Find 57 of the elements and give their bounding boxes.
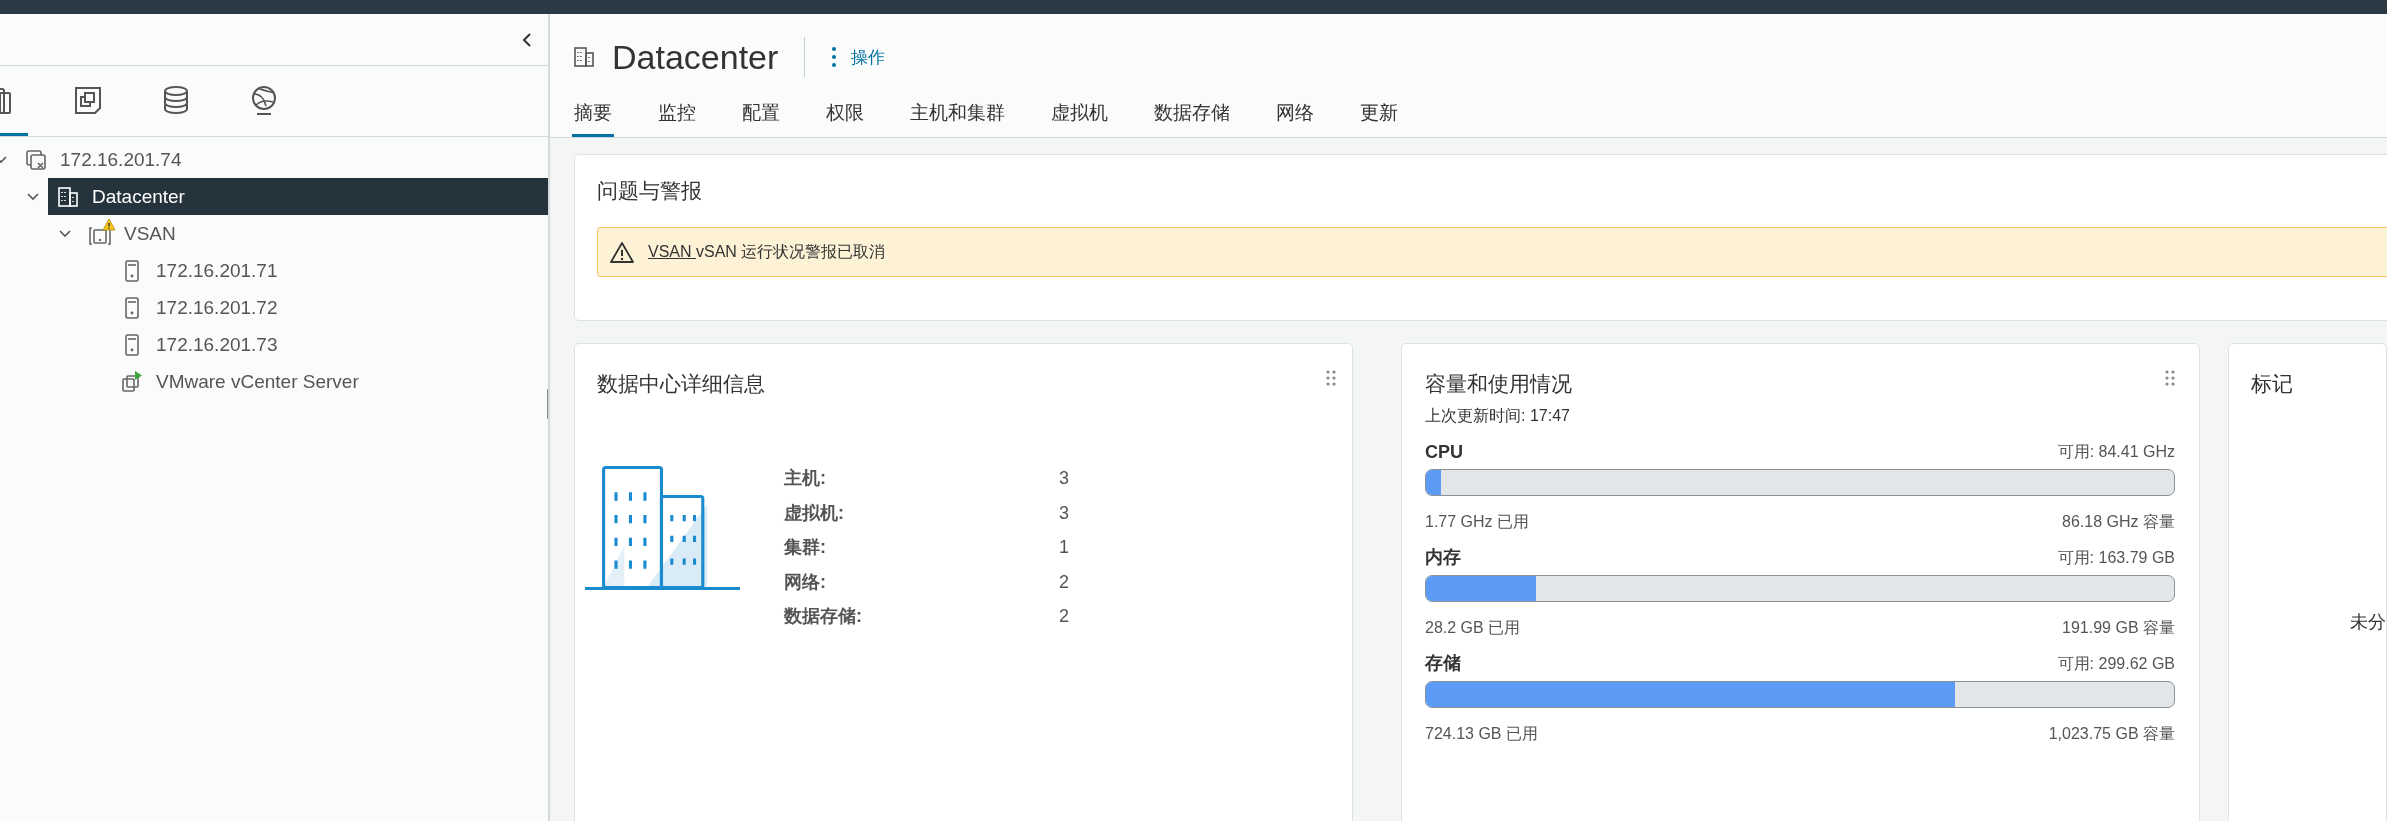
detail-value: 1 xyxy=(1059,536,1069,559)
meter-label: CPU xyxy=(1425,442,1463,463)
more-icon xyxy=(831,46,838,68)
page-title: Datacenter xyxy=(612,37,806,77)
tree-item[interactable]: VSAN xyxy=(80,215,548,252)
detail-label: 虚拟机: xyxy=(784,501,845,525)
detail-label: 数据存储: xyxy=(784,605,863,628)
warning-icon xyxy=(610,241,634,263)
tree-item[interactable]: Datacenter xyxy=(48,178,548,215)
tab[interactable]: 监控 xyxy=(656,92,698,137)
tree-item[interactable]: 172.16.201.71 xyxy=(112,252,548,289)
last-updated-text: 上次更新时间: 17:47 xyxy=(1425,406,1571,426)
detail-value: 3 xyxy=(1059,467,1069,490)
detail-value: 2 xyxy=(1059,605,1069,628)
card-title: 标记 xyxy=(2251,371,2294,397)
free-capacity: 可用: 299.62 GB xyxy=(2057,654,2175,674)
building-icon xyxy=(572,45,596,69)
card-title: 容量和使用情况 xyxy=(1425,371,1572,397)
total-capacity: 1,023.75 GB 容量 xyxy=(2048,724,2175,744)
tab[interactable]: 摘要 xyxy=(572,92,614,137)
drag-handle-icon[interactable] xyxy=(2165,370,2175,386)
detail-label: 主机: xyxy=(784,467,827,490)
free-capacity: 可用: 163.79 GB xyxy=(2057,548,2175,568)
tab[interactable]: 权限 xyxy=(824,92,866,137)
tags-status-text: 未分 xyxy=(2350,611,2386,634)
tab[interactable]: 更新 xyxy=(1358,92,1400,137)
detail-label: 网络: xyxy=(784,570,827,594)
tree-item[interactable]: 172.16.201.73 xyxy=(112,326,548,363)
tab[interactable]: 配置 xyxy=(740,92,782,137)
card-title: 数据中心详细信息 xyxy=(597,371,765,397)
used-capacity: 28.2 GB 已用 xyxy=(1425,618,1521,638)
meter-label: 内存 xyxy=(1425,546,1461,569)
detail-value: 2 xyxy=(1059,570,1069,594)
tree-item[interactable]: 172.16.201.72 xyxy=(112,289,548,326)
tab[interactable]: 数据存储 xyxy=(1152,92,1232,137)
collapse-icon[interactable] xyxy=(520,30,534,49)
building-icon xyxy=(56,184,80,209)
free-capacity: 可用: 84.41 GHz xyxy=(2057,442,2175,462)
alert-link[interactable]: VSAN xyxy=(648,242,696,260)
tree-item[interactable]: 172.16.201.74 xyxy=(16,141,548,178)
server-group-icon xyxy=(24,147,48,172)
tab[interactable]: 虚拟机 xyxy=(1049,92,1110,137)
total-capacity: 86.18 GHz 容量 xyxy=(2062,512,2175,532)
vm-icon xyxy=(120,369,144,394)
actions-button[interactable]: 操作 xyxy=(827,41,890,73)
used-capacity: 1.77 GHz 已用 xyxy=(1425,512,1530,532)
drag-handle-icon[interactable] xyxy=(1326,370,1336,386)
detail-value: 3 xyxy=(1059,501,1069,525)
meter-label: 存储 xyxy=(1425,652,1461,675)
tab[interactable]: 主机和集群 xyxy=(908,92,1007,137)
used-capacity: 724.13 GB 已用 xyxy=(1425,724,1538,744)
detail-label: 集群: xyxy=(784,536,827,559)
alert-message: VSAN vSAN 运行状况警报已取消 xyxy=(648,241,886,262)
tree-item[interactable]: VMware vCenter Server xyxy=(112,363,548,400)
tab[interactable]: 网络 xyxy=(1274,92,1316,137)
card-title: 问题与警报 xyxy=(597,178,703,204)
total-capacity: 191.99 GB 容量 xyxy=(2062,618,2175,638)
